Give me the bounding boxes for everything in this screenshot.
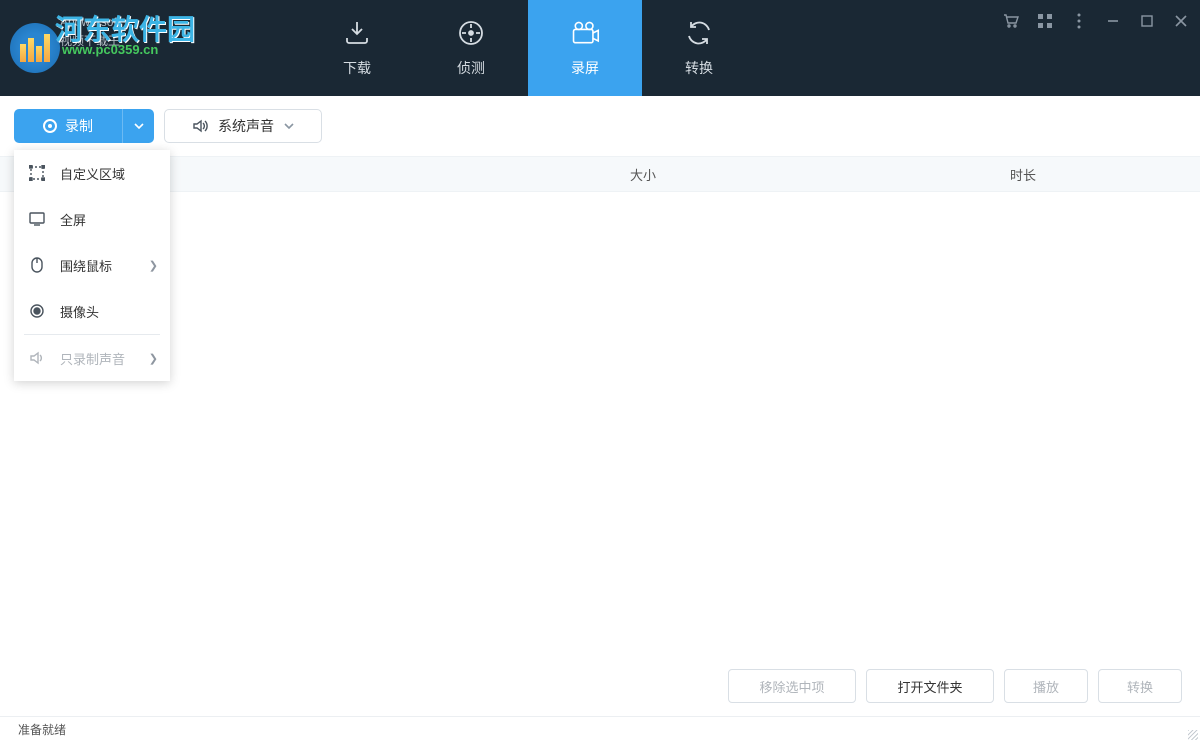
menu-item-label: 摄像头 [60, 302, 99, 321]
column-duration[interactable]: 时长 [1010, 165, 1160, 184]
close-icon[interactable] [1172, 12, 1190, 30]
toolbar: 录制 系统声音 [0, 96, 1200, 156]
app-name: Apowersoft [60, 15, 120, 29]
speaker-icon [192, 118, 208, 134]
tab-label: 转换 [685, 58, 713, 78]
record-dropdown-caret[interactable] [122, 109, 154, 143]
menu-item-label: 只录制声音 [60, 349, 125, 368]
record-mode-menu: 自定义区域 全屏 围绕鼠标 ❯ 摄像头 只录制声音 ❯ [14, 150, 170, 381]
menu-item-fullscreen[interactable]: 全屏 [14, 196, 170, 242]
chevron-down-icon [284, 123, 294, 129]
menu-item-label: 全屏 [60, 210, 86, 229]
audio-source-select[interactable]: 系统声音 [164, 109, 322, 143]
bottom-bar: 移除选中项 打开文件夹 播放 转换 [0, 656, 1200, 716]
tab-detect[interactable]: 侦测 [414, 0, 528, 96]
chevron-right-icon: ❯ [149, 352, 158, 365]
logo-area: Apowersoft 视频下载王 河东软件园 www.pc0359.cn [0, 0, 200, 96]
chevron-right-icon: ❯ [149, 259, 158, 272]
tab-label: 侦测 [457, 58, 485, 78]
remove-selected-button[interactable]: 移除选中项 [728, 669, 856, 703]
table-header: 名称 大小 时长 [0, 156, 1200, 192]
status-text: 准备就绪 [18, 721, 66, 738]
menu-item-custom-region[interactable]: 自定义区域 [14, 150, 170, 196]
audio-source-label: 系统声音 [218, 116, 274, 136]
convert-icon [684, 18, 714, 48]
open-folder-button[interactable]: 打开文件夹 [866, 669, 994, 703]
record-button[interactable]: 录制 [14, 109, 154, 143]
column-size[interactable]: 大小 [630, 165, 1010, 184]
maximize-icon[interactable] [1138, 12, 1156, 30]
mouse-icon [28, 256, 46, 274]
content-area [0, 192, 1200, 656]
download-icon [342, 18, 372, 48]
detect-icon [456, 18, 486, 48]
menu-item-around-mouse[interactable]: 围绕鼠标 ❯ [14, 242, 170, 288]
record-button-label: 录制 [65, 116, 93, 136]
app-header: Apowersoft 视频下载王 河东软件园 www.pc0359.cn 下载 … [0, 0, 1200, 96]
menu-item-label: 自定义区域 [60, 164, 125, 183]
window-controls [1002, 12, 1190, 30]
play-button[interactable]: 播放 [1004, 669, 1088, 703]
tab-label: 录屏 [571, 58, 599, 78]
app-logo-icon [10, 23, 60, 73]
tab-download[interactable]: 下载 [300, 0, 414, 96]
fullscreen-icon [28, 210, 46, 228]
status-bar: 准备就绪 [0, 716, 1200, 742]
menu-item-audio-only[interactable]: 只录制声音 ❯ [14, 335, 170, 381]
audio-only-icon [28, 349, 46, 367]
menu-item-label: 围绕鼠标 [60, 256, 112, 275]
more-icon[interactable] [1070, 12, 1088, 30]
camera-icon [28, 302, 46, 320]
menu-item-camera[interactable]: 摄像头 [14, 288, 170, 334]
minimize-icon[interactable] [1104, 12, 1122, 30]
app-subtitle: 视频下载王 [60, 32, 120, 49]
tab-convert[interactable]: 转换 [642, 0, 756, 96]
nav-tabs: 下载 侦测 录屏 [300, 0, 756, 96]
region-icon [28, 164, 46, 182]
record-screen-icon [570, 18, 600, 48]
record-dot-icon [43, 119, 57, 133]
grid-icon[interactable] [1036, 12, 1054, 30]
tab-record[interactable]: 录屏 [528, 0, 642, 96]
tab-label: 下载 [343, 58, 371, 78]
convert-button[interactable]: 转换 [1098, 669, 1182, 703]
cart-icon[interactable] [1002, 12, 1020, 30]
